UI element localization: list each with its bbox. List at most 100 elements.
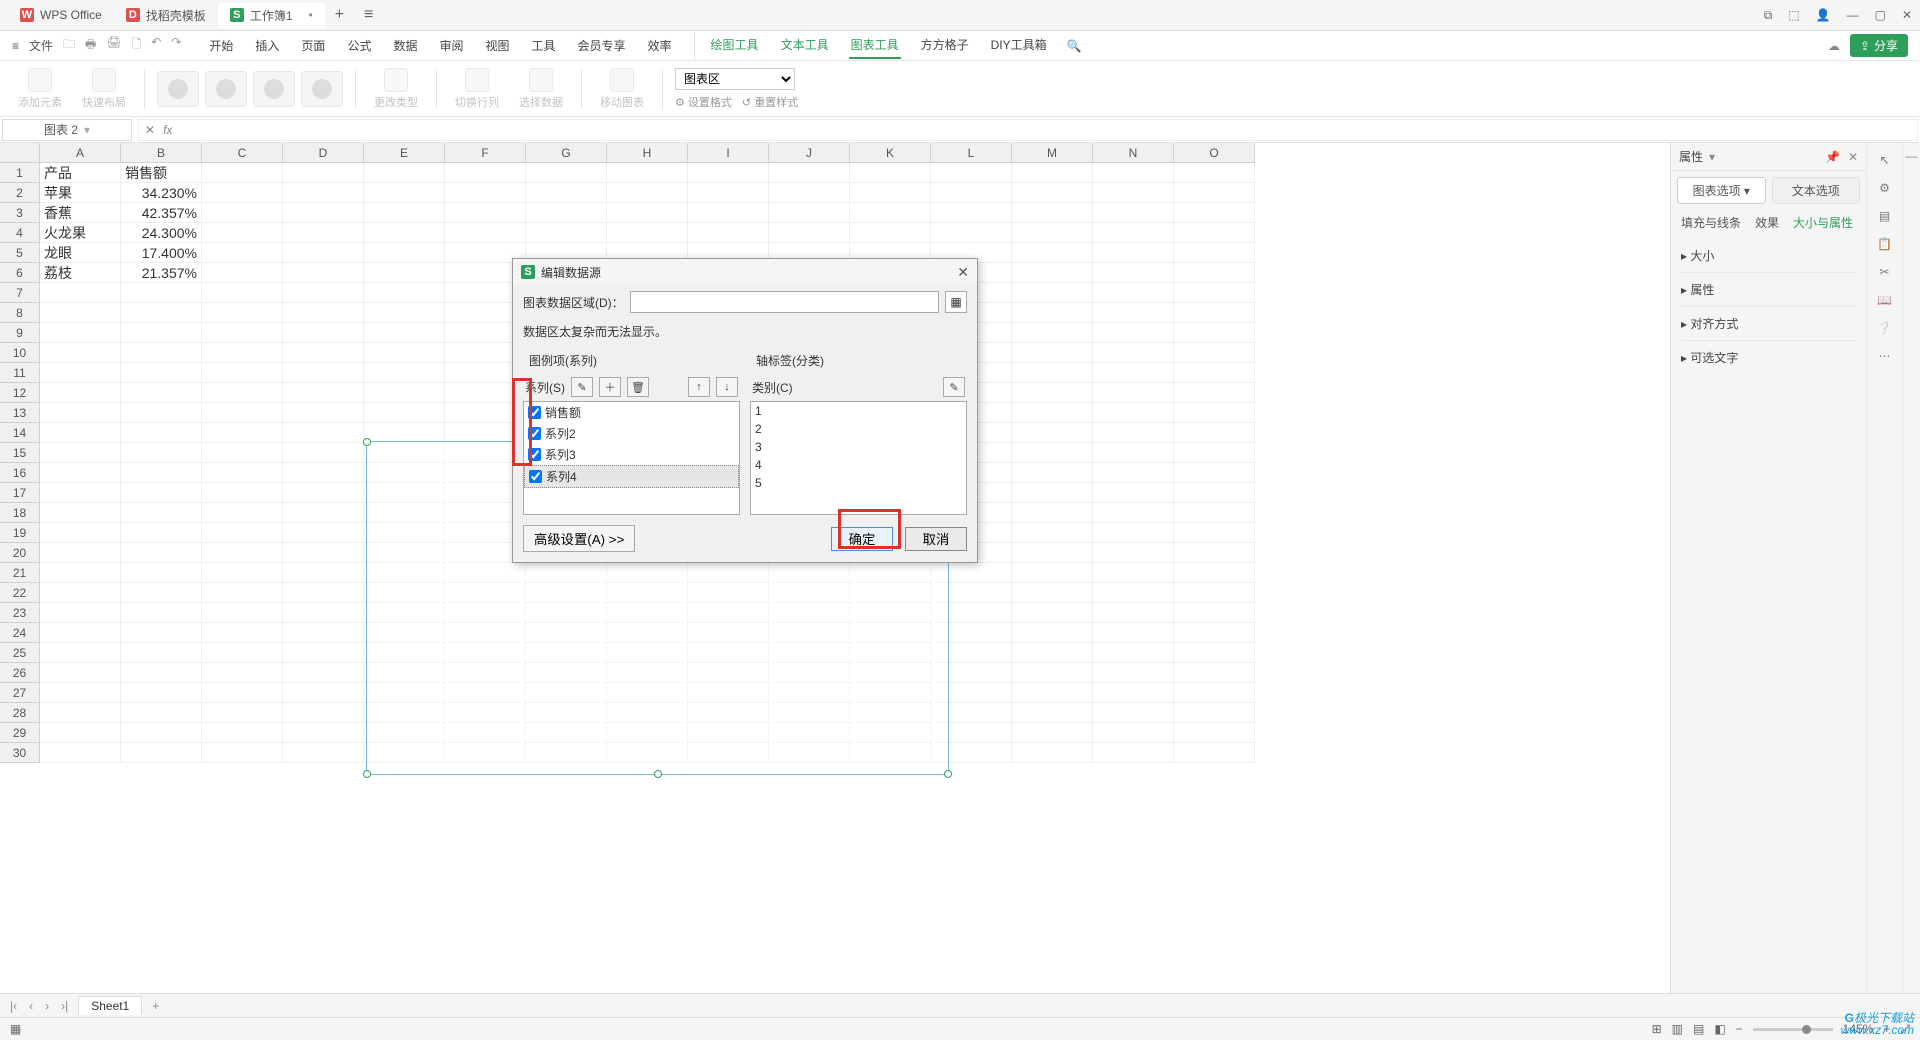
cell-B10[interactable] <box>121 343 202 363</box>
sheet-nav-last[interactable]: ›| <box>59 999 70 1013</box>
cell-O1[interactable] <box>1174 163 1255 183</box>
cloud-icon[interactable]: ☁ <box>1828 39 1840 53</box>
cell-B12[interactable] <box>121 383 202 403</box>
cell-D28[interactable] <box>283 703 364 723</box>
cell-K2[interactable] <box>850 183 931 203</box>
panel-section-对齐方式[interactable]: ▸ 对齐方式 <box>1681 306 1856 340</box>
menu-tab-图表工具[interactable]: 图表工具 <box>849 32 901 59</box>
cell-O8[interactable] <box>1174 303 1255 323</box>
cell-O5[interactable] <box>1174 243 1255 263</box>
cell-E1[interactable] <box>364 163 445 183</box>
zoom-slider[interactable] <box>1753 1028 1833 1031</box>
cell-M16[interactable] <box>1012 463 1093 483</box>
zoom-out[interactable]: − <box>1736 1022 1743 1036</box>
cell-O20[interactable] <box>1174 543 1255 563</box>
menu-tab-视图[interactable]: 视图 <box>483 33 511 58</box>
cell-D20[interactable] <box>283 543 364 563</box>
cell-N12[interactable] <box>1093 383 1174 403</box>
cell-O23[interactable] <box>1174 603 1255 623</box>
cell-B14[interactable] <box>121 423 202 443</box>
cell-B26[interactable] <box>121 663 202 683</box>
file-menu[interactable]: 文件 <box>29 37 53 54</box>
cell-N1[interactable] <box>1093 163 1174 183</box>
row-header-20[interactable]: 20 <box>0 543 40 563</box>
cell-M24[interactable] <box>1012 623 1093 643</box>
cell-M28[interactable] <box>1012 703 1093 723</box>
cell-D1[interactable] <box>283 163 364 183</box>
tab-add-button[interactable]: + <box>325 6 354 24</box>
cell-N25[interactable] <box>1093 643 1174 663</box>
cell-O4[interactable] <box>1174 223 1255 243</box>
col-header-C[interactable]: C <box>202 143 283 163</box>
menu-tab-方方格子[interactable]: 方方格子 <box>919 32 971 59</box>
help-tool-icon[interactable]: ❔ <box>1877 321 1892 335</box>
cell-O9[interactable] <box>1174 323 1255 343</box>
cell-M10[interactable] <box>1012 343 1093 363</box>
cell-H2[interactable] <box>607 183 688 203</box>
series-item[interactable]: 系列2 <box>524 423 739 444</box>
cell-C10[interactable] <box>202 343 283 363</box>
tab-workbook[interactable]: S 工作簿1 • <box>218 3 325 28</box>
row-header-14[interactable]: 14 <box>0 423 40 443</box>
cell-M19[interactable] <box>1012 523 1093 543</box>
col-header-H[interactable]: H <box>607 143 688 163</box>
row-header-5[interactable]: 5 <box>0 243 40 263</box>
cell-D17[interactable] <box>283 483 364 503</box>
cell-C22[interactable] <box>202 583 283 603</box>
cell-F3[interactable] <box>445 203 526 223</box>
cell-O18[interactable] <box>1174 503 1255 523</box>
cell-O29[interactable] <box>1174 723 1255 743</box>
row-header-23[interactable]: 23 <box>0 603 40 623</box>
cell-A7[interactable] <box>40 283 121 303</box>
cell-F2[interactable] <box>445 183 526 203</box>
menu-tab-DIY工具箱[interactable]: DIY工具箱 <box>989 32 1049 59</box>
row-header-12[interactable]: 12 <box>0 383 40 403</box>
advanced-button[interactable]: 高级设置(A) >> <box>523 525 635 552</box>
cell-A13[interactable] <box>40 403 121 423</box>
cell-A5[interactable]: 龙眼 <box>40 243 121 263</box>
cell-N13[interactable] <box>1093 403 1174 423</box>
set-format-link[interactable]: ⚙ 设置格式 <box>675 94 732 110</box>
sheet-tab-1[interactable]: Sheet1 <box>78 996 142 1015</box>
row-header-30[interactable]: 30 <box>0 743 40 763</box>
range-picker-button[interactable]: ▦ <box>945 291 967 313</box>
cell-D27[interactable] <box>283 683 364 703</box>
cell-M22[interactable] <box>1012 583 1093 603</box>
cell-A1[interactable]: 产品 <box>40 163 121 183</box>
row-header-29[interactable]: 29 <box>0 723 40 743</box>
row-header-10[interactable]: 10 <box>0 343 40 363</box>
panel-sub-效果[interactable]: 效果 <box>1755 214 1779 231</box>
cell-C17[interactable] <box>202 483 283 503</box>
cell-C4[interactable] <box>202 223 283 243</box>
cell-D13[interactable] <box>283 403 364 423</box>
panel-sub-填充与线条[interactable]: 填充与线条 <box>1681 214 1741 231</box>
cell-B28[interactable] <box>121 703 202 723</box>
formula-input[interactable]: ✕ fx <box>138 119 1918 141</box>
cell-C21[interactable] <box>202 563 283 583</box>
cell-N17[interactable] <box>1093 483 1174 503</box>
cell-N5[interactable] <box>1093 243 1174 263</box>
row-header-2[interactable]: 2 <box>0 183 40 203</box>
col-header-O[interactable]: O <box>1174 143 1255 163</box>
cell-N24[interactable] <box>1093 623 1174 643</box>
more-tool-icon[interactable]: ⋯ <box>1879 349 1891 363</box>
cell-O26[interactable] <box>1174 663 1255 683</box>
cell-D16[interactable] <box>283 463 364 483</box>
cell-O28[interactable] <box>1174 703 1255 723</box>
cell-B20[interactable] <box>121 543 202 563</box>
cell-O3[interactable] <box>1174 203 1255 223</box>
row-header-28[interactable]: 28 <box>0 703 40 723</box>
print-icon[interactable]: 🖨 <box>106 35 121 56</box>
row-header-16[interactable]: 16 <box>0 463 40 483</box>
cell-M5[interactable] <box>1012 243 1093 263</box>
series-item[interactable]: 销售额 <box>524 402 739 423</box>
tab-text-options[interactable]: 文本选项 <box>1772 177 1861 204</box>
row-header-26[interactable]: 26 <box>0 663 40 683</box>
cell-D23[interactable] <box>283 603 364 623</box>
cell-I1[interactable] <box>688 163 769 183</box>
chart-area-select[interactable]: 图表区 <box>675 68 795 90</box>
cell-D24[interactable] <box>283 623 364 643</box>
cell-C28[interactable] <box>202 703 283 723</box>
cell-M1[interactable] <box>1012 163 1093 183</box>
tab-list-button[interactable]: ≡ <box>354 6 383 24</box>
